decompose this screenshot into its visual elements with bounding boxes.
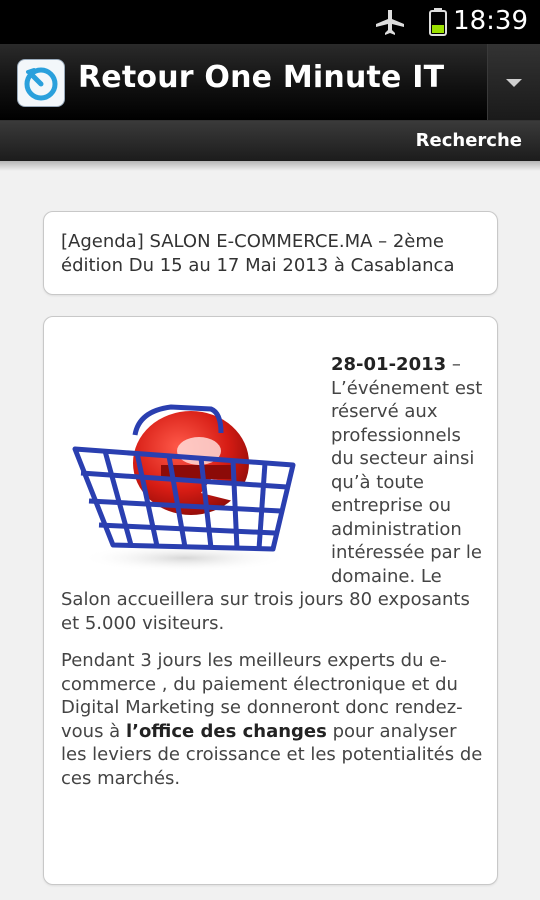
- toolbar-shadow: [0, 161, 540, 171]
- battery-icon: [428, 8, 448, 40]
- chevron-down-icon: [506, 79, 522, 87]
- article-title: [Agenda] SALON E-COMMERCE.MA – 2ème édit…: [61, 231, 455, 276]
- article-bold-link: l’office des changes: [125, 720, 327, 742]
- article-body-card: 28-01-2013 – L’événement est réservé aux…: [43, 316, 498, 885]
- status-time: 18:39: [453, 6, 528, 36]
- app-title: Retour One Minute IT: [78, 60, 445, 95]
- action-bar: Retour One Minute IT: [0, 44, 540, 121]
- article-paragraph-2: Pendant 3 jours les meilleurs experts du…: [61, 649, 483, 790]
- app-logo-icon[interactable]: [18, 60, 64, 106]
- e-commerce-basket-icon: [61, 353, 309, 573]
- status-bar: 18:39: [0, 0, 540, 44]
- sub-toolbar: Recherche: [0, 121, 540, 161]
- article-content: 28-01-2013 – L’événement est réservé aux…: [61, 353, 483, 804]
- search-button[interactable]: Recherche: [416, 130, 522, 151]
- airplane-mode-icon: [374, 8, 406, 40]
- overflow-menu-button[interactable]: [487, 44, 540, 120]
- article-date: 28-01-2013: [331, 354, 447, 375]
- article-title-card[interactable]: [Agenda] SALON E-COMMERCE.MA – 2ème édit…: [43, 211, 498, 295]
